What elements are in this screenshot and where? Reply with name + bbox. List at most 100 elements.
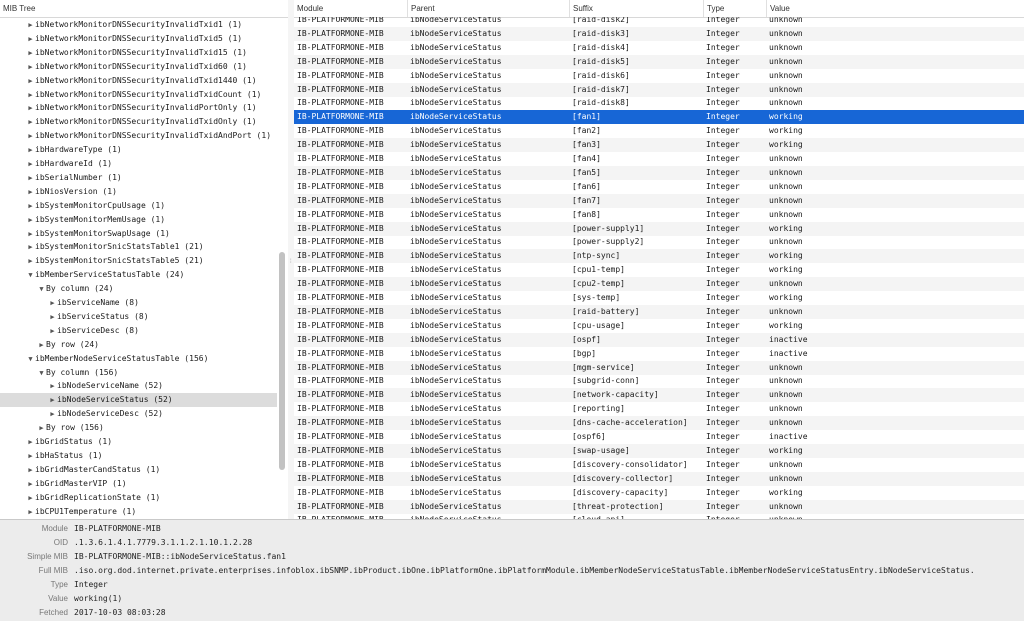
disclosure-collapsed-icon[interactable]: ▶	[26, 254, 35, 268]
table-row[interactable]: IB-PLATFORMONE-MIB ibNodeServiceStatus [su…	[294, 374, 1024, 388]
table-row[interactable]: IB-PLATFORMONE-MIB ibNodeServiceStatus [ra…	[294, 69, 1024, 83]
tree-item[interactable]: ▶ ibServiceDesc (8)	[0, 324, 277, 338]
disclosure-collapsed-icon[interactable]: ▶	[26, 101, 35, 115]
table-row[interactable]: IB-PLATFORMONE-MIB ibNodeServiceStatus [cp…	[294, 319, 1024, 333]
disclosure-expanded-icon[interactable]: ▼	[26, 352, 35, 366]
table-row[interactable]: IB-PLATFORMONE-MIB ibNodeServiceStatus [fa…	[294, 124, 1024, 138]
disclosure-collapsed-icon[interactable]: ▶	[26, 18, 35, 32]
tree-item[interactable]: ▶ ibNetworkMonitorDNSSecurityInvalidPortO…	[0, 101, 277, 115]
tree-item[interactable]: ▶ ibGridMasterCandStatus (1)	[0, 463, 277, 477]
disclosure-collapsed-icon[interactable]: ▶	[26, 227, 35, 241]
table-row[interactable]: IB-PLATFORMONE-MIB ibNodeServiceStatus [ra…	[294, 82, 1024, 97]
tree-item[interactable]: ▶ ibNodeServiceDesc (52)	[0, 407, 277, 421]
tree-item[interactable]: ▶ ibSystemMonitorSwapUsage (1)	[0, 227, 277, 241]
tree-item[interactable]: ▶ ibCPU1Temperature (1)	[0, 505, 277, 519]
disclosure-collapsed-icon[interactable]: ▶	[26, 60, 35, 74]
disclosure-collapsed-icon[interactable]: ▶	[26, 157, 35, 171]
tree-item[interactable]: ▶ ibSystemMonitorSnicStatsTable5 (21)	[0, 254, 277, 268]
table-row[interactable]: IB-PLATFORMONE-MIB ibNodeServiceStatus [ne…	[294, 388, 1024, 403]
disclosure-collapsed-icon[interactable]: ▶	[48, 407, 57, 421]
disclosure-collapsed-icon[interactable]: ▶	[48, 379, 57, 393]
tree-item[interactable]: ▶ ibSystemMonitorMemUsage (1)	[0, 213, 277, 227]
tree-item[interactable]: ▶ By row (156)	[0, 421, 277, 435]
table-row[interactable]: IB-PLATFORMONE-MIB ibNodeServiceStatus [re…	[294, 402, 1024, 416]
table-row[interactable]: IB-PLATFORMONE-MIB ibNodeServiceStatus [mg…	[294, 360, 1024, 375]
disclosure-collapsed-icon[interactable]: ▶	[26, 505, 35, 519]
table-row[interactable]: IB-PLATFORMONE-MIB ibNodeServiceStatus [dn…	[294, 416, 1024, 431]
detail-value[interactable]: .iso.org.dod.internet.private.enterprise…	[74, 564, 975, 578]
table-row[interactable]: IB-PLATFORMONE-MIB ibNodeServiceStatus [fa…	[294, 152, 1024, 166]
disclosure-collapsed-icon[interactable]: ▶	[37, 338, 46, 352]
tree-item[interactable]: ▶ ibGridMasterVIP (1)	[0, 477, 277, 491]
table-row[interactable]: IB-PLATFORMONE-MIB ibNodeServiceStatus [bg…	[294, 347, 1024, 361]
table-row[interactable]: IB-PLATFORMONE-MIB ibNodeServiceStatus [nt…	[294, 249, 1024, 264]
table-row[interactable]: IB-PLATFORMONE-MIB ibNodeServiceStatus [cp…	[294, 263, 1024, 277]
disclosure-collapsed-icon[interactable]: ▶	[26, 143, 35, 157]
tree-item[interactable]: ▶ ibNetworkMonitorDNSSecurityInvalidTxid5…	[0, 32, 277, 46]
detail-value[interactable]: .1.3.6.1.4.1.7779.3.1.1.2.1.10.1.2.28	[74, 536, 252, 550]
disclosure-collapsed-icon[interactable]: ▶	[37, 421, 46, 435]
table-row[interactable]: IB-PLATFORMONE-MIB ibNodeServiceStatus [ra…	[294, 304, 1024, 319]
tree-item[interactable]: ▶ ibNetworkMonitorDNSSecurityInvalidTxid1…	[0, 74, 277, 88]
disclosure-collapsed-icon[interactable]: ▶	[48, 393, 57, 407]
tree-item[interactable]: ▶ ibNetworkMonitorDNSSecurityInvalidTxid1…	[0, 46, 277, 60]
table-row[interactable]: IB-PLATFORMONE-MIB ibNodeServiceStatus [sy…	[294, 291, 1024, 305]
disclosure-collapsed-icon[interactable]: ▶	[48, 296, 57, 310]
table-row[interactable]: IB-PLATFORMONE-MIB ibNodeServiceStatus [ra…	[294, 26, 1024, 41]
disclosure-collapsed-icon[interactable]: ▶	[26, 477, 35, 491]
tree-item[interactable]: ▶ ibServiceName (8)	[0, 296, 277, 310]
table-row[interactable]: IB-PLATFORMONE-MIB ibNodeServiceStatus [th…	[294, 499, 1024, 514]
tree-item[interactable]: ▼ By column (24)	[0, 282, 277, 296]
disclosure-collapsed-icon[interactable]: ▶	[26, 185, 35, 199]
detail-value[interactable]: working(1)	[74, 592, 122, 606]
disclosure-collapsed-icon[interactable]: ▶	[26, 213, 35, 227]
tree-item[interactable]: ▶ ibGridReplicationState (1)	[0, 491, 277, 505]
tree-item[interactable]: ▶ ibSystemMonitorCpuUsage (1)	[0, 199, 277, 213]
tree-item[interactable]: ▶ ibHardwareId (1)	[0, 157, 277, 171]
disclosure-collapsed-icon[interactable]: ▶	[26, 491, 35, 505]
table-row[interactable]: IB-PLATFORMONE-MIB ibNodeServiceStatus [po…	[294, 221, 1024, 236]
tree-item[interactable]: ▼ By column (156)	[0, 366, 277, 380]
tree-item[interactable]: ▶ ibSerialNumber (1)	[0, 171, 277, 185]
table-row[interactable]: IB-PLATFORMONE-MIB ibNodeServiceStatus [fa…	[294, 180, 1024, 194]
tree-item[interactable]: ▶ ibNodeServiceName (52)	[0, 379, 277, 393]
disclosure-collapsed-icon[interactable]: ▶	[48, 324, 57, 338]
tree-item[interactable]: ▶ ibNetworkMonitorDNSSecurityInvalidTxidC…	[0, 88, 277, 102]
column-header-value[interactable]: Value	[766, 0, 1024, 17]
disclosure-collapsed-icon[interactable]: ▶	[26, 115, 35, 129]
column-header-module[interactable]: Module	[294, 0, 407, 17]
table-row[interactable]: IB-PLATFORMONE-MIB ibNodeServiceStatus [di…	[294, 458, 1024, 472]
table-row[interactable]: IB-PLATFORMONE-MIB ibNodeServiceStatus [os…	[294, 332, 1024, 347]
disclosure-collapsed-icon[interactable]: ▶	[26, 435, 35, 449]
disclosure-collapsed-icon[interactable]: ▶	[26, 46, 35, 60]
detail-value[interactable]: IB-PLATFORMONE-MIB	[74, 522, 161, 536]
tree-item[interactable]: ▶ ibNodeServiceStatus (52)	[0, 393, 277, 408]
tree-item[interactable]: ▼ ibMemberNodeServiceStatusTable (156)	[0, 352, 277, 366]
tree-item[interactable]: ▶ ibNetworkMonitorDNSSecurityInvalidTxid6…	[0, 60, 277, 74]
tree-item[interactable]: ▶ ibHaStatus (1)	[0, 449, 277, 463]
tree-item[interactable]: ▶ ibNetworkMonitorDNSSecurityInvalidTxidO…	[0, 115, 277, 129]
mib-tree-header[interactable]: MIB Tree	[0, 0, 288, 18]
tree-item[interactable]: ▶ ibServiceStatus (8)	[0, 310, 277, 324]
tree-scrollbar-thumb[interactable]	[279, 252, 285, 470]
table-row[interactable]: IB-PLATFORMONE-MIB ibNodeServiceStatus [fa…	[294, 110, 1024, 125]
disclosure-expanded-icon[interactable]: ▼	[37, 366, 46, 380]
tree-item[interactable]: ▶ ibNetworkMonitorDNSSecurityInvalidTxidA…	[0, 129, 277, 143]
disclosure-collapsed-icon[interactable]: ▶	[26, 463, 35, 477]
detail-value[interactable]: 2017-10-03 08:03:28	[74, 606, 166, 620]
table-row[interactable]: IB-PLATFORMONE-MIB ibNodeServiceStatus [ra…	[294, 96, 1024, 110]
table-row[interactable]: IB-PLATFORMONE-MIB ibNodeServiceStatus [os…	[294, 430, 1024, 444]
disclosure-collapsed-icon[interactable]: ▶	[26, 74, 35, 88]
table-row[interactable]: IB-PLATFORMONE-MIB ibNodeServiceStatus [ra…	[294, 41, 1024, 55]
table-row[interactable]: IB-PLATFORMONE-MIB ibNodeServiceStatus [sw…	[294, 443, 1024, 458]
tree-item[interactable]: ▶ ibNiosVersion (1)	[0, 185, 277, 199]
disclosure-collapsed-icon[interactable]: ▶	[26, 32, 35, 46]
disclosure-expanded-icon[interactable]: ▼	[37, 282, 46, 296]
table-row[interactable]: IB-PLATFORMONE-MIB ibNodeServiceStatus [ra…	[294, 17, 1024, 27]
column-header-type[interactable]: Type	[703, 0, 766, 17]
disclosure-collapsed-icon[interactable]: ▶	[26, 240, 35, 254]
table-row[interactable]: IB-PLATFORMONE-MIB ibNodeServiceStatus [po…	[294, 235, 1024, 249]
table-row[interactable]: IB-PLATFORMONE-MIB ibNodeServiceStatus [fa…	[294, 208, 1024, 222]
disclosure-collapsed-icon[interactable]: ▶	[48, 310, 57, 324]
column-header-parent[interactable]: Parent	[407, 0, 569, 17]
